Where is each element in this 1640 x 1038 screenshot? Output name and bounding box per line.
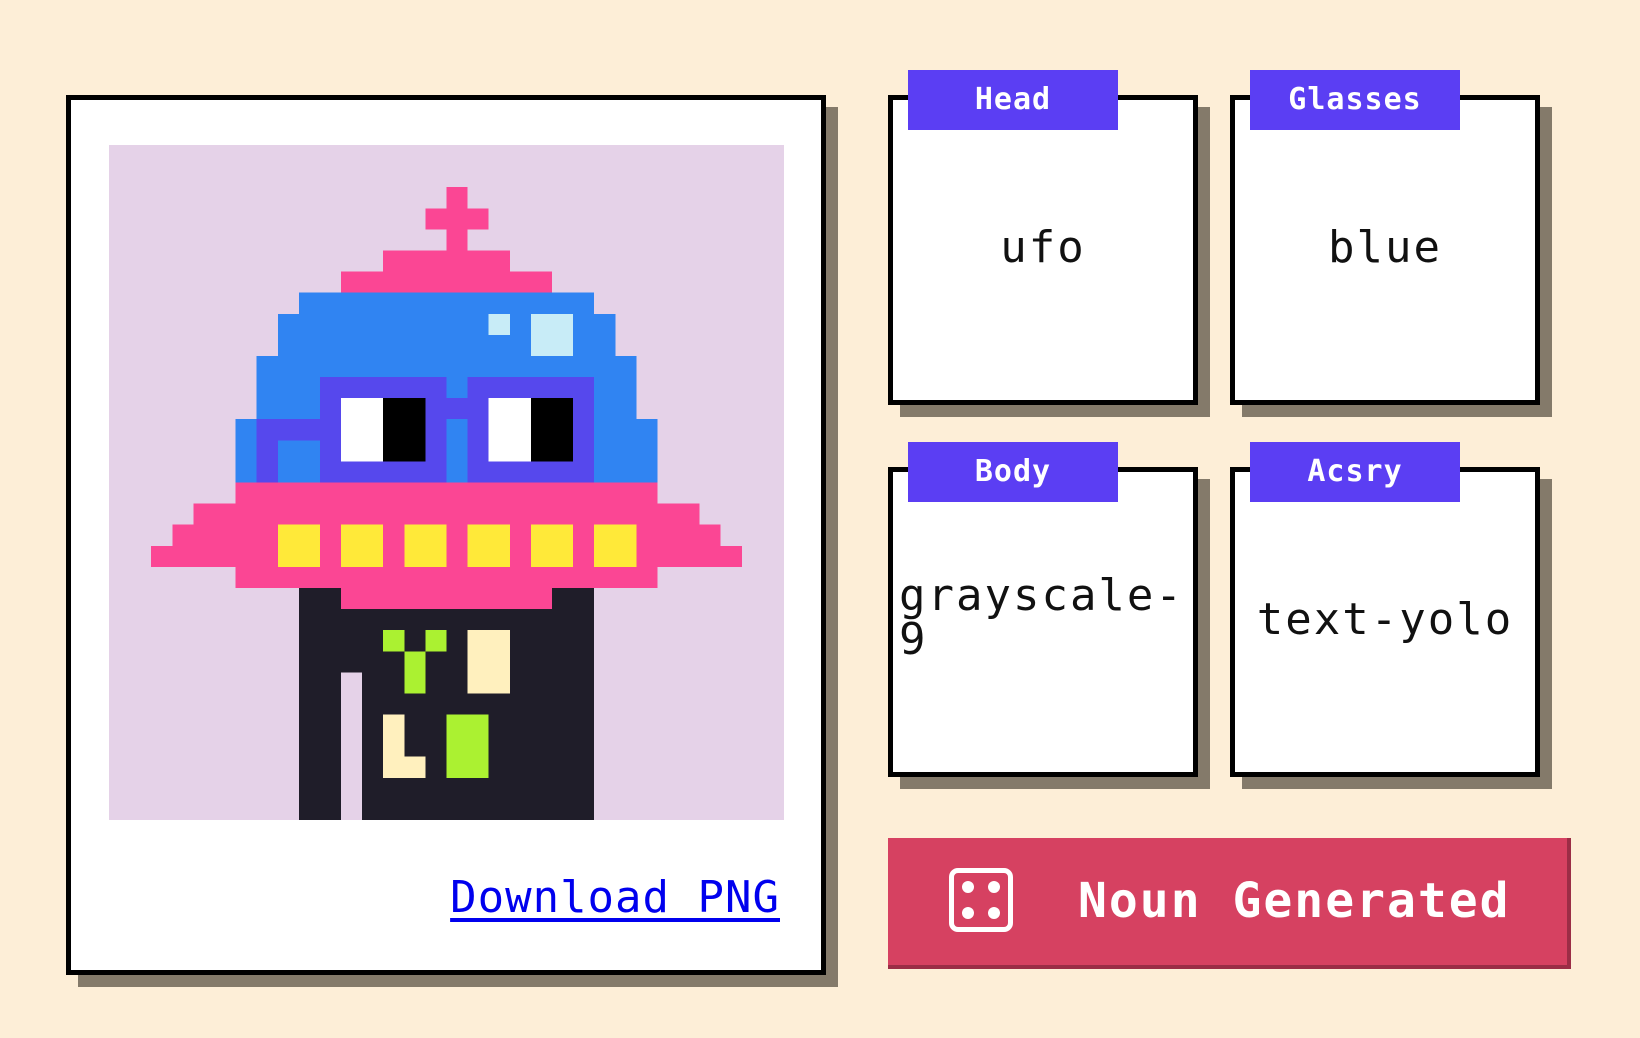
trait-value-head: ufo <box>1000 222 1086 273</box>
trait-card-glasses[interactable]: blue <box>1230 95 1540 405</box>
generate-button-label: Noun Generated <box>1078 873 1511 929</box>
dice-icon <box>949 868 1013 932</box>
download-png-link[interactable]: Download PNG <box>450 872 780 923</box>
ufo-saucer <box>235 482 658 504</box>
trait-label-accessory: Acsry <box>1250 442 1460 502</box>
trait-label-glasses: Glasses <box>1250 70 1460 130</box>
trait-label-body: Body <box>908 442 1118 502</box>
generate-noun-button[interactable]: Noun Generated <box>888 838 1571 969</box>
trait-value-accessory: text-yolo <box>1256 594 1514 645</box>
trait-card-head[interactable]: ufo <box>888 95 1198 405</box>
accessory-text <box>383 630 405 652</box>
ufo-dome <box>298 292 595 314</box>
trait-card-accessory[interactable]: text-yolo <box>1230 467 1540 777</box>
trait-card-body[interactable]: grayscale-9 <box>888 467 1198 777</box>
noun-image <box>109 145 784 820</box>
trait-value-body: grayscale-9 <box>899 570 1184 665</box>
trait-value-glasses: blue <box>1328 222 1442 273</box>
trait-label-head: Head <box>908 70 1118 130</box>
